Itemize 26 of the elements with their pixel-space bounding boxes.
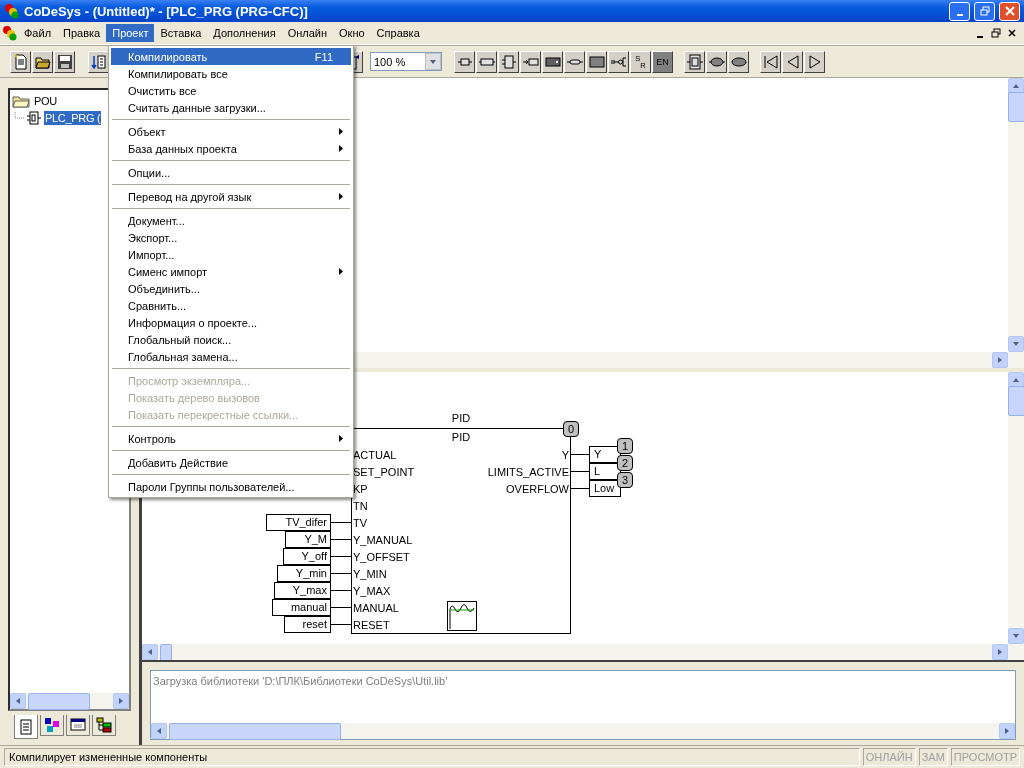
input-pin: RESET <box>352 618 390 631</box>
order-badge: 2 <box>617 455 633 471</box>
input-pin: MANUAL <box>352 601 399 614</box>
input-pin: Y_MIN <box>352 567 387 580</box>
order-badge: 3 <box>617 472 633 488</box>
input-pin: TN <box>352 499 368 512</box>
input-pin: Y_MAX <box>352 584 391 597</box>
instance-name: PID <box>450 412 472 424</box>
status-text: Компилирует измененные компоненты <box>4 748 860 766</box>
order-badge: 1 <box>617 438 633 454</box>
status-indicator: ЗАМ <box>918 748 948 766</box>
input-pin: Y_OFFSET <box>352 550 410 563</box>
order-badge: 0 <box>563 421 579 437</box>
output-pin: OVERFLOW <box>506 482 570 495</box>
input-pin: Y_MANUAL <box>352 533 413 546</box>
input-pin: KP <box>352 482 368 495</box>
output-pin: Y <box>561 448 570 461</box>
status-indicator: ПРОСМОТР <box>950 748 1020 766</box>
message-text: Загрузка библиотеки 'D:\ПЛК\Библиотеки CoDeSys\Util.lib' <box>152 674 449 689</box>
output-pin: LIMITS_ACTIVE <box>487 465 570 478</box>
input-pin: ACTUAL <box>352 448 397 461</box>
input-pin: TV <box>352 516 368 529</box>
block-type: PID <box>450 430 472 445</box>
status-indicator: ОНЛАЙН <box>862 748 916 766</box>
window-title: CoDeSys - (Untitled)* - [PLC_PRG (PRG-CFC)] <box>24 3 309 19</box>
input-pin: SET_POINT <box>352 465 415 478</box>
